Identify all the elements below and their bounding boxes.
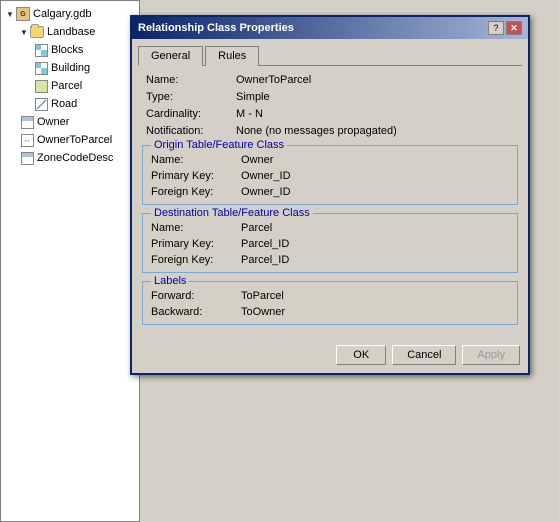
tree-item-zonecodedesc[interactable]: ZoneCodeDesc (5, 149, 135, 167)
dialog-titlebar: Relationship Class Properties ? ✕ (132, 17, 528, 39)
rel-icon: ↔ (19, 132, 35, 148)
tab-rules[interactable]: Rules (205, 46, 259, 66)
origin-fk-label: Foreign Key: (151, 186, 241, 198)
relationship-class-dialog: Relationship Class Properties ? ✕ Genera… (130, 15, 530, 375)
dest-fk-row: Foreign Key: Parcel_ID (151, 254, 509, 266)
origin-section-label: Origin Table/Feature Class (151, 139, 287, 151)
table-icon (19, 114, 35, 130)
help-button[interactable]: ? (488, 21, 504, 35)
ok-button[interactable]: OK (336, 345, 386, 365)
labels-section-label: Labels (151, 275, 189, 287)
name-value: OwnerToParcel (236, 74, 311, 86)
origin-section: Origin Table/Feature Class Name: Owner P… (142, 145, 518, 205)
fc-icon (33, 42, 49, 58)
dest-pk-row: Primary Key: Parcel_ID (151, 238, 509, 250)
notification-label: Notification: (146, 125, 236, 137)
backward-row: Backward: ToOwner (151, 306, 509, 318)
backward-label: Backward: (151, 306, 241, 318)
origin-fk-value: Owner_ID (241, 186, 291, 198)
tree-label: OwnerToParcel (37, 134, 112, 146)
dest-name-label: Name: (151, 222, 241, 234)
origin-fk-row: Foreign Key: Owner_ID (151, 186, 509, 198)
tree-label: Calgary.gdb (33, 8, 92, 20)
tree-item-owner[interactable]: Owner (5, 113, 135, 131)
tree-label: Owner (37, 116, 69, 128)
destination-section: Destination Table/Feature Class Name: Pa… (142, 213, 518, 273)
cardinality-label: Cardinality: (146, 108, 236, 120)
notification-value: None (no messages propagated) (236, 125, 397, 137)
origin-name-label: Name: (151, 154, 241, 166)
fc-icon (33, 60, 49, 76)
tree-item-road[interactable]: Road (5, 95, 135, 113)
origin-pk-row: Primary Key: Owner_ID (151, 170, 509, 182)
tree-panel: ▼ G Calgary.gdb ▼ Landbase Blocks Buildi… (0, 0, 140, 522)
tree-label: Landbase (47, 26, 95, 38)
dest-pk-label: Primary Key: (151, 238, 241, 250)
origin-name-row: Name: Owner (151, 154, 509, 166)
cardinality-row: Cardinality: M - N (138, 108, 522, 120)
expand-arrow: ▼ (19, 27, 29, 37)
tree-label: Parcel (51, 80, 82, 92)
tree-label: Building (51, 62, 90, 74)
table-icon (19, 150, 35, 166)
tree-label: ZoneCodeDesc (37, 152, 113, 164)
dest-fk-label: Foreign Key: (151, 254, 241, 266)
gdb-icon: G (15, 6, 31, 22)
type-value: Simple (236, 91, 270, 103)
destination-section-label: Destination Table/Feature Class (151, 207, 313, 219)
dialog-controls: ? ✕ (488, 21, 522, 35)
origin-name-value: Owner (241, 154, 273, 166)
folder-icon (29, 24, 45, 40)
dest-fk-value: Parcel_ID (241, 254, 289, 266)
forward-label: Forward: (151, 290, 241, 302)
tree-label: Blocks (51, 44, 83, 56)
tree-label: Road (51, 98, 77, 110)
dest-pk-value: Parcel_ID (241, 238, 289, 250)
forward-value: ToParcel (241, 290, 284, 302)
fc-line-icon (33, 96, 49, 112)
origin-pk-label: Primary Key: (151, 170, 241, 182)
tree-item-ownertoparcel[interactable]: ↔ OwnerToParcel (5, 131, 135, 149)
cardinality-value: M - N (236, 108, 263, 120)
tree-item-landbase[interactable]: ▼ Landbase (5, 23, 135, 41)
origin-pk-value: Owner_ID (241, 170, 291, 182)
dest-name-row: Name: Parcel (151, 222, 509, 234)
tree-item-parcel[interactable]: Parcel (5, 77, 135, 95)
tree-item-blocks[interactable]: Blocks (5, 41, 135, 59)
expand-arrow: ▼ (5, 9, 15, 19)
forward-row: Forward: ToParcel (151, 290, 509, 302)
tab-bar: General Rules (138, 45, 522, 66)
dialog-content: General Rules Name: OwnerToParcel Type: … (132, 39, 528, 339)
dialog-footer: OK Cancel Apply (132, 339, 528, 373)
notification-row: Notification: None (no messages propagat… (138, 125, 522, 137)
cancel-button[interactable]: Cancel (392, 345, 456, 365)
tab-general[interactable]: General (138, 46, 203, 66)
tree-item-calgary-gdb[interactable]: ▼ G Calgary.gdb (5, 5, 135, 23)
type-label: Type: (146, 91, 236, 103)
tree-item-building[interactable]: Building (5, 59, 135, 77)
dest-name-value: Parcel (241, 222, 272, 234)
close-button[interactable]: ✕ (506, 21, 522, 35)
type-row: Type: Simple (138, 91, 522, 103)
labels-section: Labels Forward: ToParcel Backward: ToOwn… (142, 281, 518, 325)
fc-poly-icon (33, 78, 49, 94)
dialog-title: Relationship Class Properties (138, 22, 294, 34)
backward-value: ToOwner (241, 306, 285, 318)
apply-button[interactable]: Apply (462, 345, 520, 365)
name-row: Name: OwnerToParcel (138, 74, 522, 86)
name-label: Name: (146, 74, 236, 86)
